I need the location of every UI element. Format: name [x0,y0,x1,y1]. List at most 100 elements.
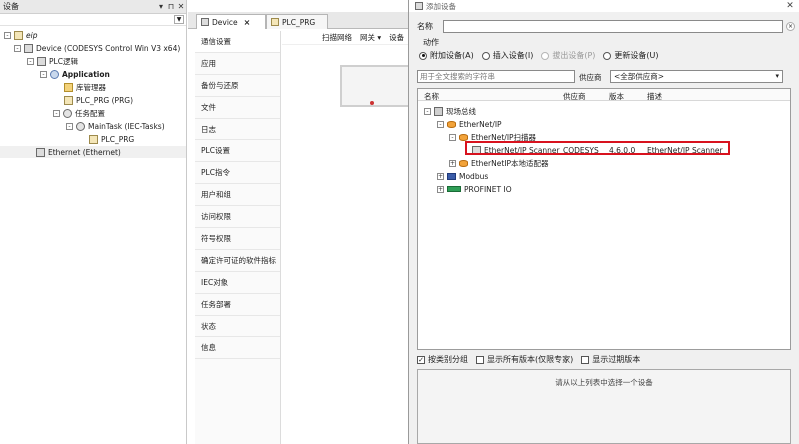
column-name[interactable]: 名称 [424,91,439,102]
tree-item-label: PLC_PRG (PRG) [76,95,134,105]
ethernet-icon [36,147,45,157]
expand-toggle-icon[interactable]: + [437,185,444,193]
collapse-toggle-icon[interactable]: - [14,44,21,52]
expand-toggle-icon[interactable]: + [437,172,444,180]
nav-item-users-groups[interactable]: 用户和组 [195,184,280,207]
collapse-toggle-icon[interactable]: - [437,120,444,128]
collapse-toggle-icon[interactable]: - [4,31,11,39]
tree-item-label: 任务配置 [75,108,105,118]
radio-label: 插入设备(I) [492,51,534,60]
device-catalog-list: 名称 供应商 版本 描述 - 现场总线 - EtherNet/IP - Ethe… [417,88,791,350]
column-version[interactable]: 版本 [609,91,624,102]
column-description[interactable]: 描述 [647,91,662,102]
tree-item-plc-logic[interactable]: - PLC逻辑 [27,55,78,67]
collapse-toggle-icon[interactable]: - [53,109,60,117]
collapse-toggle-icon[interactable]: - [424,107,431,115]
radio-icon [481,51,490,60]
chevron-down-icon[interactable]: ▼ [174,15,184,24]
tree-item-main-task-prg[interactable]: PLC_PRG [89,133,134,145]
nav-item-status[interactable]: 状态 [195,316,280,338]
chevron-down-icon: ▾ [775,72,779,80]
nav-item-licensed-metrics[interactable]: 确定许可证的软件指标 [195,250,280,272]
ethernet-ip-icon [459,159,468,167]
tab-device[interactable]: Device × [196,14,266,29]
vendor-select[interactable]: <全部供应商> ▾ [610,70,783,83]
nav-item-task-deployment[interactable]: 任务部署 [195,294,280,316]
nav-item-access-rights[interactable]: 访问权限 [195,206,280,229]
radio-icon [541,51,550,60]
update-device-radio[interactable]: 更新设备(U) [603,50,659,61]
pane-close-button[interactable]: ✕ [176,2,186,11]
device-dropdown[interactable]: 设备 [389,32,404,43]
device-name-input[interactable] [443,20,783,33]
nav-item-iec-objects[interactable]: IEC对象 [195,272,280,294]
plug-device-radio: 拔出设备(P) [541,50,595,61]
checkbox-label: 按类别分组 [428,355,468,364]
show-outdated-versions-checkbox[interactable]: 显示过期版本 [581,354,640,365]
pane-menu-button[interactable]: ▾ [156,2,166,11]
tab-plc-prg[interactable]: PLC_PRG [266,14,328,29]
checkbox-label: 显示过期版本 [592,355,641,364]
expand-toggle-icon[interactable]: + [449,159,456,167]
collapse-toggle-icon[interactable]: - [40,70,47,78]
nav-item-backup-restore[interactable]: 备份与还原 [195,75,280,97]
nav-item-plc-shell[interactable]: PLC指令 [195,162,280,185]
devices-pane-header: 设备 ▾ ⊓ ✕ [0,0,186,14]
list-item-ethernet-ip[interactable]: - EtherNet/IP [437,118,502,130]
tree-item-main-task[interactable]: - MainTask (IEC-Tasks) [66,120,165,132]
radio-label: 拔出设备(P) [552,51,596,60]
append-device-radio[interactable]: 附加设备(A) [419,50,474,61]
nav-item-files[interactable]: 文件 [195,97,280,119]
nav-item-plc-settings[interactable]: PLC设置 [195,140,280,163]
gateway-dropdown[interactable]: 网关 ▾ [360,32,381,43]
nav-item-information[interactable]: 信息 [195,337,280,360]
ethernet-ip-icon [447,120,456,128]
list-item-fieldbus[interactable]: - 现场总线 [424,105,476,117]
pane-pin-button[interactable]: ⊓ [166,2,176,11]
tree-item-label: PLC_PRG [101,134,135,144]
name-label: 名称 [417,22,433,31]
list-options-row: ✓ 按类别分组 显示所有版本(仅限专家) 显示过期版本 [417,354,640,365]
close-icon[interactable]: × [244,18,251,27]
list-item-label: Modbus [459,171,489,181]
nav-item-symbol-rights[interactable]: 符号权限 [195,228,280,250]
list-item-modbus[interactable]: + Modbus [437,170,488,182]
fulltext-search-input[interactable]: 用于全文搜索的字符串 [417,70,575,83]
nav-item-application[interactable]: 应用 [195,53,280,75]
action-group-label: 动作 [423,38,439,47]
tree-item-plc-prg[interactable]: PLC_PRG (PRG) [64,94,133,106]
list-item-local-adapter[interactable]: + EtherNetIP本地适配器 [449,157,549,169]
tab-label: PLC_PRG [282,17,316,27]
device-info-panel: 请从以上列表中选择一个设备 [417,369,791,444]
tree-item-application[interactable]: - Application [40,68,110,80]
tree-item-library-manager[interactable]: 库管理器 [64,81,106,93]
tree-item-project[interactable]: - eip [4,29,37,41]
tree-item-task-config[interactable]: - 任务配置 [53,107,105,119]
task-config-icon [63,108,72,118]
tree-item-device[interactable]: - Device (CODESYS Control Win V3 x64) [14,42,180,54]
checkbox-icon [476,355,484,364]
list-item-profinet[interactable]: + PROFINET IO [437,183,512,195]
tree-item-ethernet[interactable]: Ethernet (Ethernet) [0,146,186,158]
action-radio-group: 附加设备(A) 插入设备(I) 拔出设备(P) 更新设备(U) [419,50,659,61]
nav-item-communication[interactable]: 通信设置 [195,31,280,53]
device-settings-main: 扫描网络 网关 ▾ 设备 [282,31,410,444]
clear-icon[interactable]: × [786,22,795,31]
nav-item-log[interactable]: 日志 [195,119,280,141]
profinet-icon [447,186,461,192]
close-icon[interactable]: ✕ [781,1,799,11]
application-icon [50,69,59,79]
scan-network-button[interactable]: 扫描网络 [322,32,352,43]
group-by-category-checkbox[interactable]: ✓ 按类别分组 [417,354,468,365]
collapse-toggle-icon[interactable]: - [27,57,34,65]
collapse-toggle-icon[interactable]: - [449,133,456,141]
column-vendor[interactable]: 供应商 [563,91,586,102]
insert-device-radio[interactable]: 插入设备(I) [481,50,534,61]
collapse-toggle-icon[interactable]: - [66,122,73,130]
plc-logic-icon [37,56,46,66]
devices-subbar: ▼ [0,14,186,26]
show-all-versions-checkbox[interactable]: 显示所有版本(仅限专家) [476,354,573,365]
plc-device-illustration [340,65,410,107]
list-item-label: EtherNet/IP [459,119,502,129]
program-call-icon [89,134,98,144]
